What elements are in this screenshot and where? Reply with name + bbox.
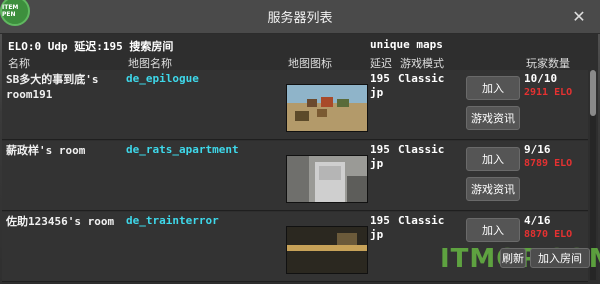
map-thumbnail xyxy=(286,155,368,203)
filter-label[interactable]: unique maps xyxy=(370,38,443,51)
header-mode: 游戏模式 xyxy=(400,57,444,70)
ping-value: 195 xyxy=(370,72,390,85)
join-button[interactable]: 加入 xyxy=(466,76,520,100)
ping-value: 195 xyxy=(370,143,390,156)
window-title: 服务器列表 xyxy=(267,11,333,26)
players-value: 9/16 xyxy=(524,143,551,156)
elo-value: 8870 ELO xyxy=(524,229,573,240)
header-players: 玩家数量 xyxy=(526,57,570,70)
ping: 195 jp xyxy=(370,214,390,242)
game-mode: Classic xyxy=(398,143,445,156)
game-mode: Classic xyxy=(398,72,445,85)
header-ping: 延迟 xyxy=(370,57,392,70)
add-room-button[interactable]: 加入房间 xyxy=(530,248,590,268)
game-mode: Classic xyxy=(398,214,445,227)
info-bar: ELO:0 Udp 延迟:195 搜索房间 unique maps xyxy=(2,34,598,54)
elo-value: 8789 ELO xyxy=(524,158,573,169)
header-map: 地图名称 xyxy=(128,57,172,70)
elo-value: 2911 ELO xyxy=(524,87,573,98)
map-name: de_rats_apartment xyxy=(126,143,239,156)
table-row[interactable]: SB多大的事到底's room191 de_epilogue 195 jp Cl… xyxy=(2,70,588,140)
map-thumbnail-image xyxy=(287,85,367,131)
scrollbar-thumb[interactable] xyxy=(590,70,596,116)
player-count: 9/16 8789 ELO xyxy=(524,143,572,171)
close-icon[interactable]: ✕ xyxy=(568,6,590,28)
refresh-button[interactable]: 刷新 xyxy=(500,248,526,268)
header-map-icon: 地图图标 xyxy=(288,57,332,70)
players-value: 4/16 xyxy=(524,214,551,227)
player-count: 4/16 8870 ELO xyxy=(524,214,572,242)
ping-region: jp xyxy=(370,157,384,170)
map-name: de_epilogue xyxy=(126,72,199,85)
game-info-button[interactable]: 游戏资讯 xyxy=(466,106,520,130)
header-name: 名称 xyxy=(8,57,30,70)
ping-value: 195 xyxy=(370,214,390,227)
server-name: SB多大的事到底's room191 xyxy=(6,73,99,101)
players-value: 10/10 xyxy=(524,72,558,85)
map-thumbnail xyxy=(286,226,368,274)
ping-region: jp xyxy=(370,228,384,241)
titlebar: 服务器列表 ✕ xyxy=(0,0,600,34)
map-thumbnail xyxy=(286,84,368,132)
ping-region: jp xyxy=(370,86,384,99)
table-header: 名称 地图名称 地图图标 延迟 游戏模式 玩家数量 xyxy=(2,54,598,70)
map-name: de_trainterror xyxy=(126,214,219,227)
map-thumbnail-image xyxy=(287,156,367,202)
map-thumbnail-image xyxy=(287,227,367,273)
game-info-button[interactable]: 游戏资讯 xyxy=(466,177,520,201)
server-name: 佐助123456's room xyxy=(6,215,115,228)
table-row[interactable]: 薪政样's room de_rats_apartment 195 jp Clas… xyxy=(2,141,588,211)
status-text: ELO:0 Udp 延迟:195 搜索房间 xyxy=(8,40,174,53)
server-list-window: 服务器列表 ✕ ELO:0 Udp 延迟:195 搜索房间 unique map… xyxy=(0,0,600,284)
server-name: 薪政样's room xyxy=(6,144,86,157)
ping: 195 jp xyxy=(370,143,390,171)
join-button[interactable]: 加入 xyxy=(466,147,520,171)
join-button[interactable]: 加入 xyxy=(466,218,520,242)
ping: 195 jp xyxy=(370,72,390,100)
player-count: 10/10 2911 ELO xyxy=(524,72,572,100)
